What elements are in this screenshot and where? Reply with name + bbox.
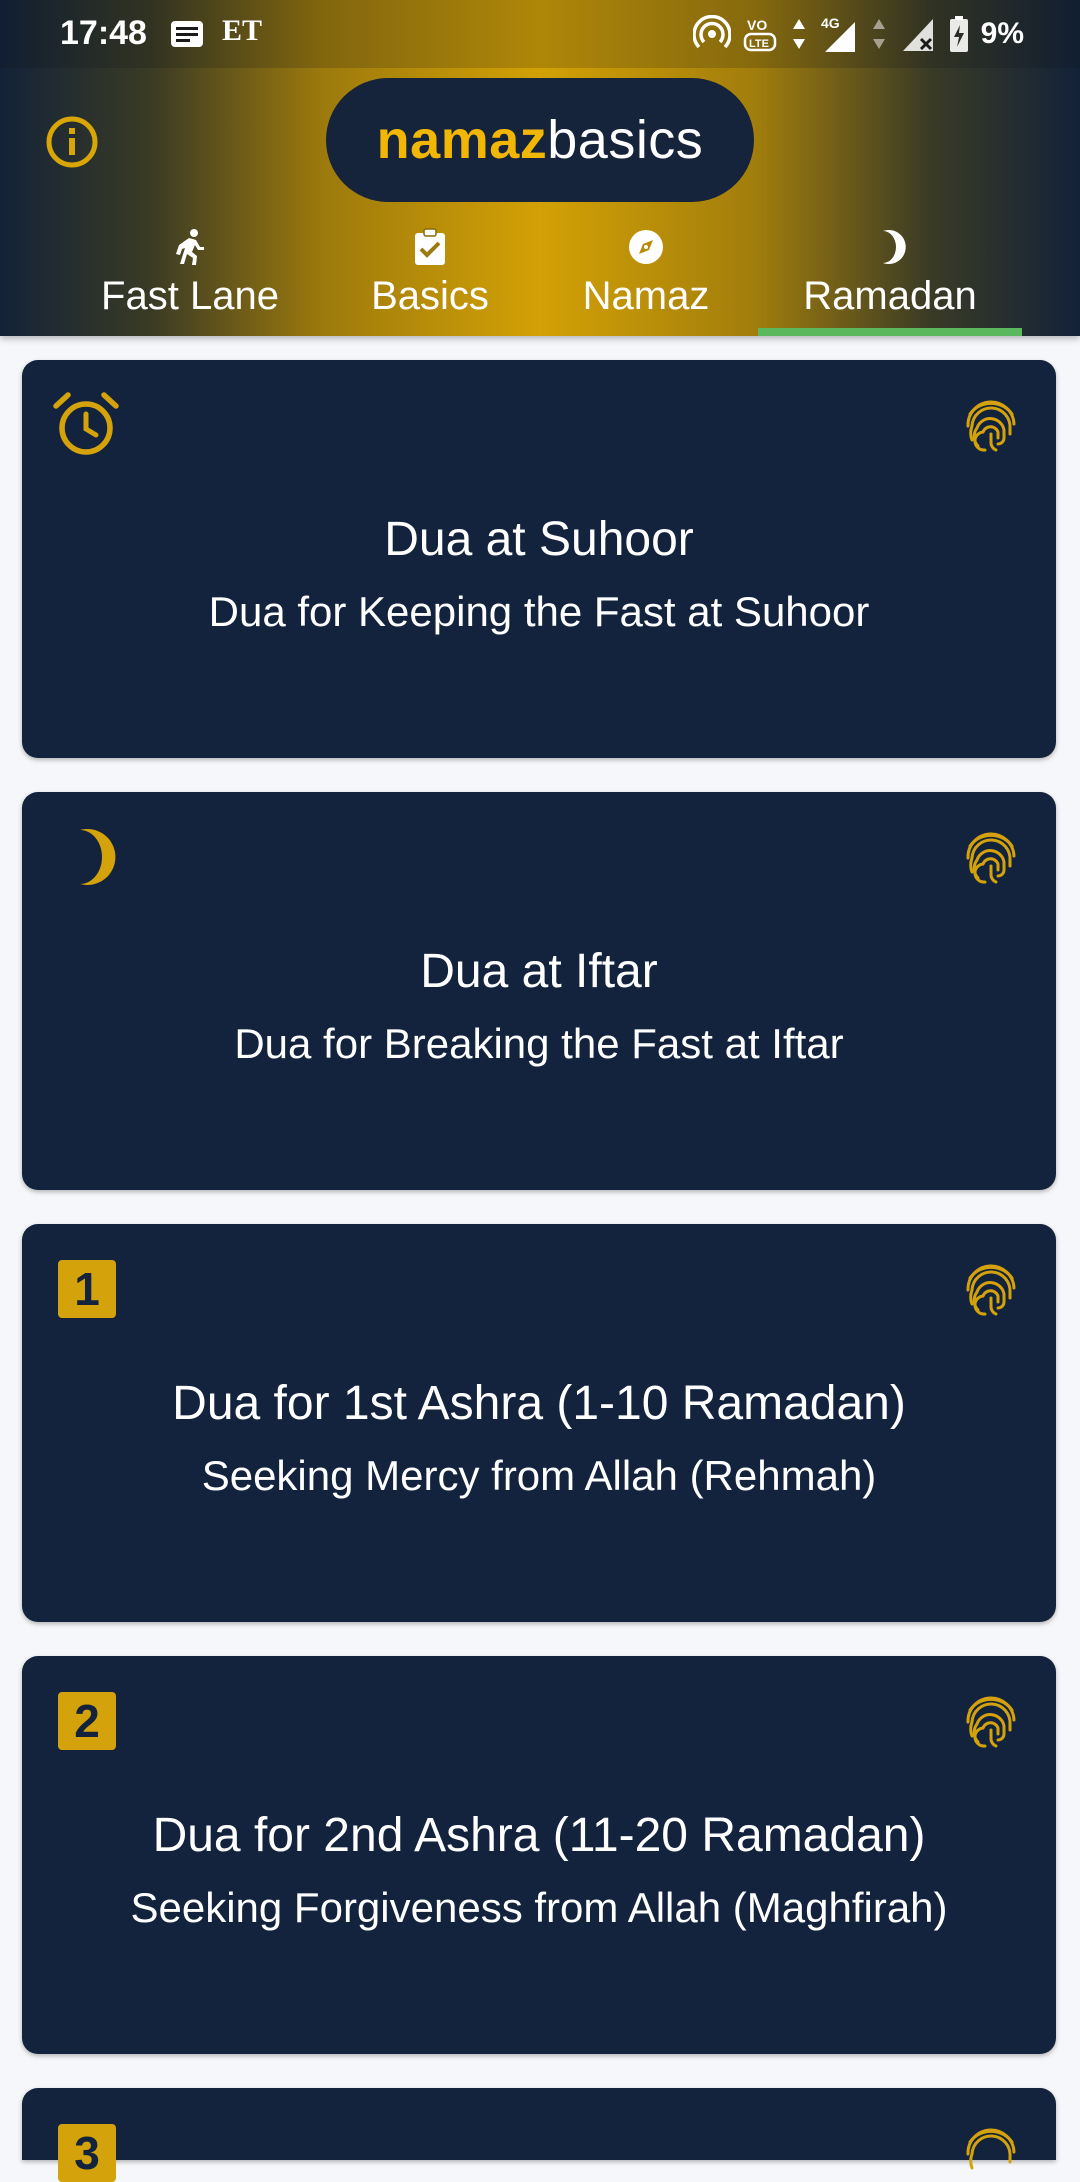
card-title: Dua for 2nd Ashra (11-20 Ramadan) bbox=[152, 1809, 926, 1862]
app-header: 17:48 ET VO LTE 4G 9% namaz basics Fast … bbox=[0, 0, 1080, 336]
card-dua-2nd-ashra[interactable]: 2 Dua for 2nd Ashra (11-20 Ramadan) Seek… bbox=[22, 1656, 1056, 2054]
tab-basics[interactable]: Basics bbox=[314, 220, 546, 336]
fingerprint-icon bbox=[966, 1696, 1016, 1748]
status-time: 17:48 bbox=[60, 14, 147, 52]
number-badge: 3 bbox=[58, 2124, 116, 2182]
card-subtitle: Dua for Breaking the Fast at Iftar bbox=[234, 1020, 844, 1067]
data-arrows-icon bbox=[792, 19, 805, 49]
card-subtitle: Seeking Forgiveness from Allah (Maghfira… bbox=[130, 1884, 948, 1931]
battery-charging-icon bbox=[949, 16, 968, 52]
crescent-moon-icon bbox=[80, 829, 116, 885]
logo-text-basics: basics bbox=[547, 110, 704, 170]
hotspot-icon bbox=[692, 15, 731, 49]
running-person-icon bbox=[176, 229, 204, 265]
fingerprint-icon bbox=[966, 1264, 1016, 1316]
news-notification-icon bbox=[171, 21, 203, 47]
tab-label: Fast Lane bbox=[101, 274, 279, 318]
svg-text:LTE: LTE bbox=[749, 38, 769, 50]
clipboard-check-icon bbox=[415, 228, 445, 265]
tab-fast-lane[interactable]: Fast Lane bbox=[66, 220, 314, 336]
app-logo: namaz basics bbox=[326, 78, 754, 202]
info-icon[interactable] bbox=[44, 114, 100, 170]
tab-label: Ramadan bbox=[803, 274, 977, 318]
card-title: Dua for 1st Ashra (1-10 Ramadan) bbox=[172, 1377, 906, 1430]
svg-text:VO: VO bbox=[747, 17, 767, 33]
fingerprint-icon bbox=[966, 400, 1016, 452]
signal-4g-icon: 4G bbox=[821, 15, 855, 52]
tab-label: Namaz bbox=[582, 274, 710, 318]
tab-label: Basics bbox=[371, 274, 489, 318]
card-dua-suhoor[interactable]: Dua at Suhoor Dua for Keeping the Fast a… bbox=[22, 360, 1056, 758]
tab-bar: Fast Lane Basics Namaz Ramadan bbox=[0, 220, 1080, 336]
battery-percent: 9% bbox=[980, 17, 1024, 50]
card-subtitle: Seeking Mercy from Allah (Rehmah) bbox=[201, 1452, 877, 1499]
number-badge: 1 bbox=[58, 1260, 116, 1318]
logo-text-namaz: namaz bbox=[376, 110, 548, 170]
card-dua-3rd-ashra[interactable]: 3 bbox=[22, 2088, 1056, 2182]
tab-ramadan[interactable]: Ramadan bbox=[758, 220, 1022, 336]
compass-icon bbox=[629, 230, 663, 264]
active-tab-indicator bbox=[758, 328, 1022, 336]
status-bar: 17:48 ET VO LTE 4G 9% bbox=[0, 0, 1080, 68]
volte-icon: VO LTE bbox=[743, 17, 776, 52]
fingerprint-icon bbox=[966, 832, 1016, 884]
alarm-clock-icon bbox=[53, 392, 119, 455]
signal-no-sim-icon bbox=[902, 19, 933, 51]
card-subtitle: Dua for Keeping the Fast at Suhoor bbox=[208, 588, 870, 635]
card-title: Dua at Suhoor bbox=[384, 513, 694, 566]
number-badge: 2 bbox=[58, 1692, 116, 1750]
card-dua-iftar[interactable]: Dua at Iftar Dua for Breaking the Fast a… bbox=[22, 792, 1056, 1190]
data-arrows-icon-2 bbox=[872, 19, 885, 49]
svg-text:4G: 4G bbox=[821, 15, 840, 31]
crescent-moon-icon bbox=[883, 230, 906, 264]
status-right-icons: VO LTE 4G 9% bbox=[692, 14, 1024, 54]
tab-namaz[interactable]: Namaz bbox=[546, 220, 746, 336]
fingerprint-icon bbox=[966, 2128, 1016, 2170]
card-dua-1st-ashra[interactable]: 1 Dua for 1st Ashra (1-10 Ramadan) Seeki… bbox=[22, 1224, 1056, 1622]
card-title: Dua at Iftar bbox=[420, 945, 658, 998]
status-app-et: ET bbox=[222, 14, 263, 47]
